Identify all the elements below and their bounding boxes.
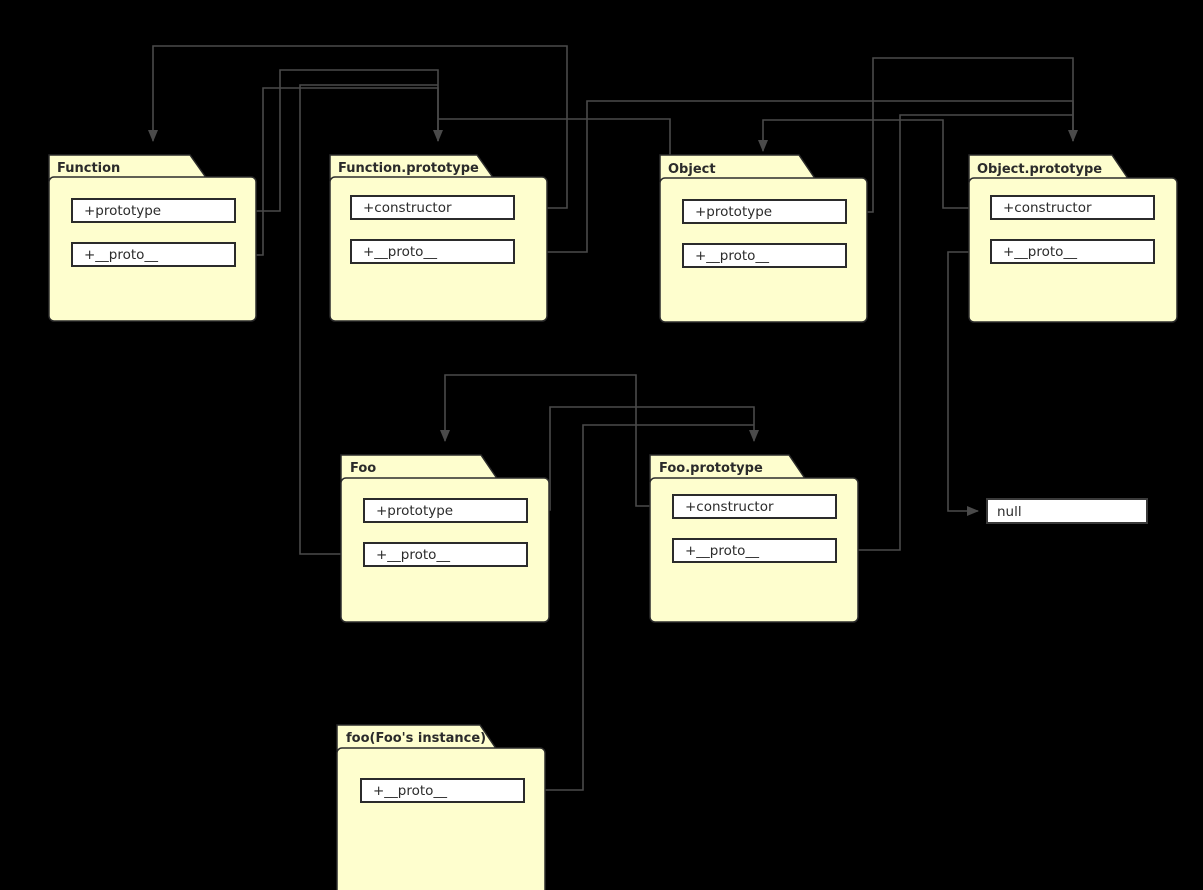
node-foo-prototype[interactable]: Foo.prototype +constructor +__proto__ [649,454,859,623]
node-object-field-1-label: +__proto__ [695,248,769,264]
node-foo-prototype-field-0-label: +constructor [685,499,774,515]
node-foo-instance-body [336,747,546,890]
node-function-prototype-field-0-label: +constructor [363,200,452,216]
node-object-prototype-title: Object.prototype [977,162,1102,177]
node-object-field-0-label: +prototype [695,204,772,220]
null-label: null [997,504,1022,520]
node-foo-title: Foo [350,461,376,476]
node-function-prototype-title: Function.prototype [338,161,479,176]
node-object[interactable]: Object +prototype +__proto__ [659,154,868,323]
node-foo-prototype-title: Foo.prototype [659,461,763,476]
node-foo-field-0-label: +prototype [376,503,453,519]
node-object-prototype-field-0-label: +constructor [1003,200,1092,216]
diagram-canvas: Function +prototype +__proto__ Function.… [48,45,1178,890]
connector-layer [148,45,1078,791]
node-function-field-0-label: +prototype [84,203,161,219]
node-null[interactable]: null [986,498,1148,524]
uml-diagram: Function +prototype +__proto__ Function.… [0,0,1203,890]
node-object-prototype[interactable]: Object.prototype +constructor +__proto__ [968,154,1178,323]
node-object-prototype-field-1-label: +__proto__ [1003,244,1077,260]
node-foo-instance[interactable]: foo(Foo's instance) +__proto__ [336,724,546,890]
node-function-title: Function [57,161,120,176]
node-function-field-1-label: +__proto__ [84,247,158,263]
node-foo-instance-title: foo(Foo's instance) [346,731,486,746]
node-foo[interactable]: Foo +prototype +__proto__ [340,454,550,623]
node-function-prototype-field-1-label: +__proto__ [363,244,437,260]
node-function[interactable]: Function +prototype +__proto__ [48,154,257,322]
node-foo-instance-field-0-label: +__proto__ [373,783,447,799]
node-function-prototype[interactable]: Function.prototype +constructor +__proto… [329,154,548,322]
node-object-title: Object [668,162,716,177]
node-foo-field-1-label: +__proto__ [376,547,450,563]
node-foo-prototype-field-1-label: +__proto__ [685,543,759,559]
